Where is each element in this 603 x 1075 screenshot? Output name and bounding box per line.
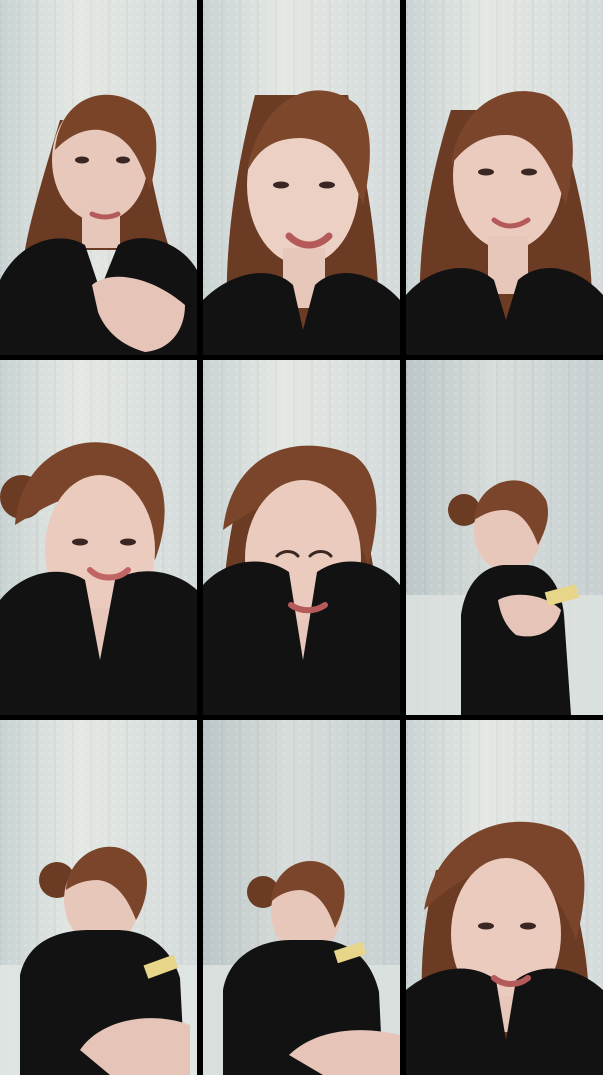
photo-tile-9 — [406, 720, 603, 1075]
person-figure — [0, 360, 197, 715]
person-figure — [406, 720, 603, 1075]
person-figure — [406, 360, 603, 715]
person-figure — [406, 0, 603, 355]
person-figure — [203, 0, 400, 355]
photo-tile-8 — [203, 720, 400, 1075]
person-figure — [0, 720, 197, 1075]
photo-collage-grid — [0, 0, 603, 1075]
photo-tile-3 — [406, 0, 603, 355]
photo-tile-5 — [203, 360, 400, 715]
photo-tile-2 — [203, 0, 400, 355]
photo-tile-6 — [406, 360, 603, 715]
photo-tile-4 — [0, 360, 197, 715]
person-figure — [0, 0, 197, 355]
person-figure — [203, 720, 400, 1075]
person-figure — [203, 360, 400, 715]
photo-tile-1 — [0, 0, 197, 355]
photo-tile-7 — [0, 720, 197, 1075]
